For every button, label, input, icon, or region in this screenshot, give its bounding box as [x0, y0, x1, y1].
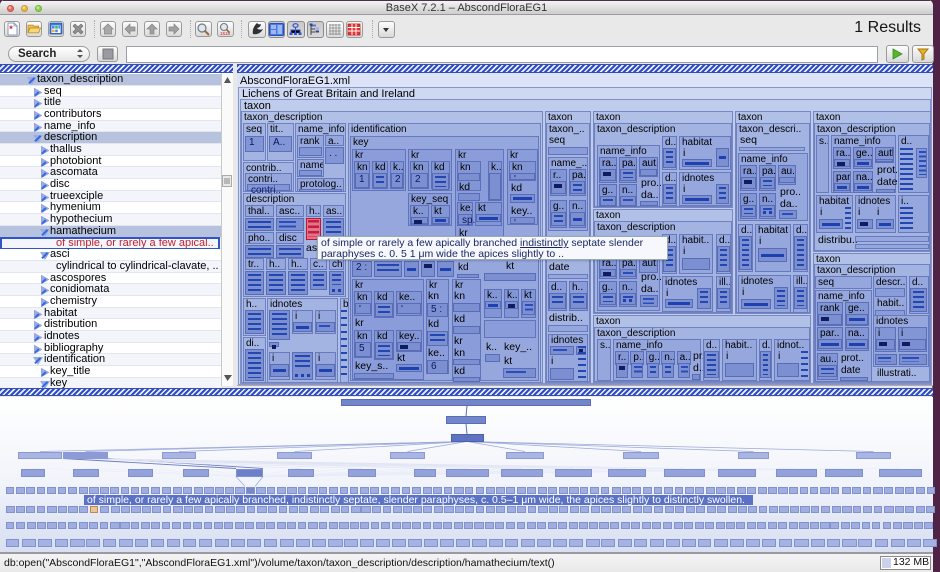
svg-text:*: *: [9, 24, 13, 34]
svg-text:1518: 1518: [220, 31, 231, 36]
